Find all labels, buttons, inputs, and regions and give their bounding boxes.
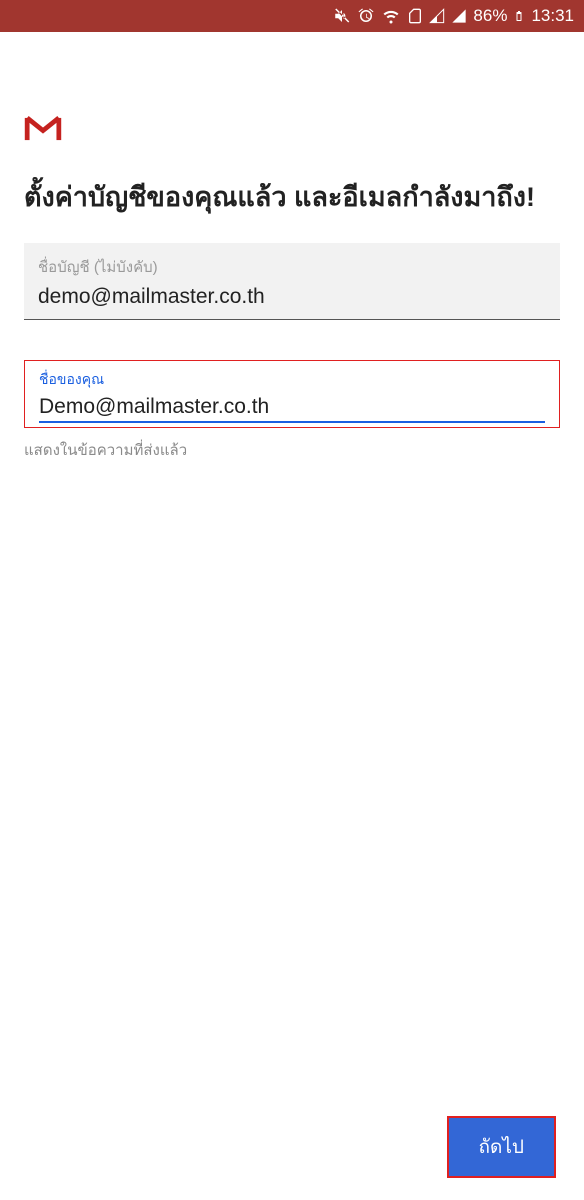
- main-content: ตั้งค่าบัญชีของคุณแล้ว และอีเมลกำลังมาถึ…: [0, 32, 584, 462]
- signal-icon-1: [429, 8, 445, 24]
- account-name-field[interactable]: ชื่อบัญชี (ไม่บังคับ): [24, 243, 560, 320]
- watermark: mail master: [0, 683, 203, 825]
- footer: ถัดไป: [447, 1116, 556, 1178]
- signal-icon-2: [451, 8, 467, 24]
- battery-percent: 86%: [473, 6, 507, 26]
- your-name-input[interactable]: [39, 391, 545, 423]
- alarm-icon: [357, 7, 375, 25]
- wifi-icon: [381, 7, 401, 25]
- watermark: mail master: [201, 1033, 433, 1175]
- gmail-logo-icon: [24, 114, 560, 149]
- name-hint: แสดงในข้อความที่ส่งแล้ว: [24, 438, 560, 462]
- next-button[interactable]: ถัดไป: [447, 1116, 556, 1178]
- watermark: mail master: [361, 653, 584, 795]
- clock-time: 13:31: [531, 6, 574, 26]
- sim-icon: [407, 7, 423, 25]
- account-name-label: ชื่อบัญชี (ไม่บังคับ): [38, 255, 546, 279]
- your-name-field[interactable]: ชื่อของคุณ: [24, 360, 560, 428]
- battery-icon: [513, 7, 525, 25]
- page-heading: ตั้งค่าบัญชีของคุณแล้ว และอีเมลกำลังมาถึ…: [24, 177, 560, 219]
- mute-icon: [333, 7, 351, 25]
- your-name-label: ชื่อของคุณ: [39, 369, 545, 391]
- status-bar: 86% 13:31: [0, 0, 584, 32]
- account-name-input[interactable]: [38, 279, 546, 313]
